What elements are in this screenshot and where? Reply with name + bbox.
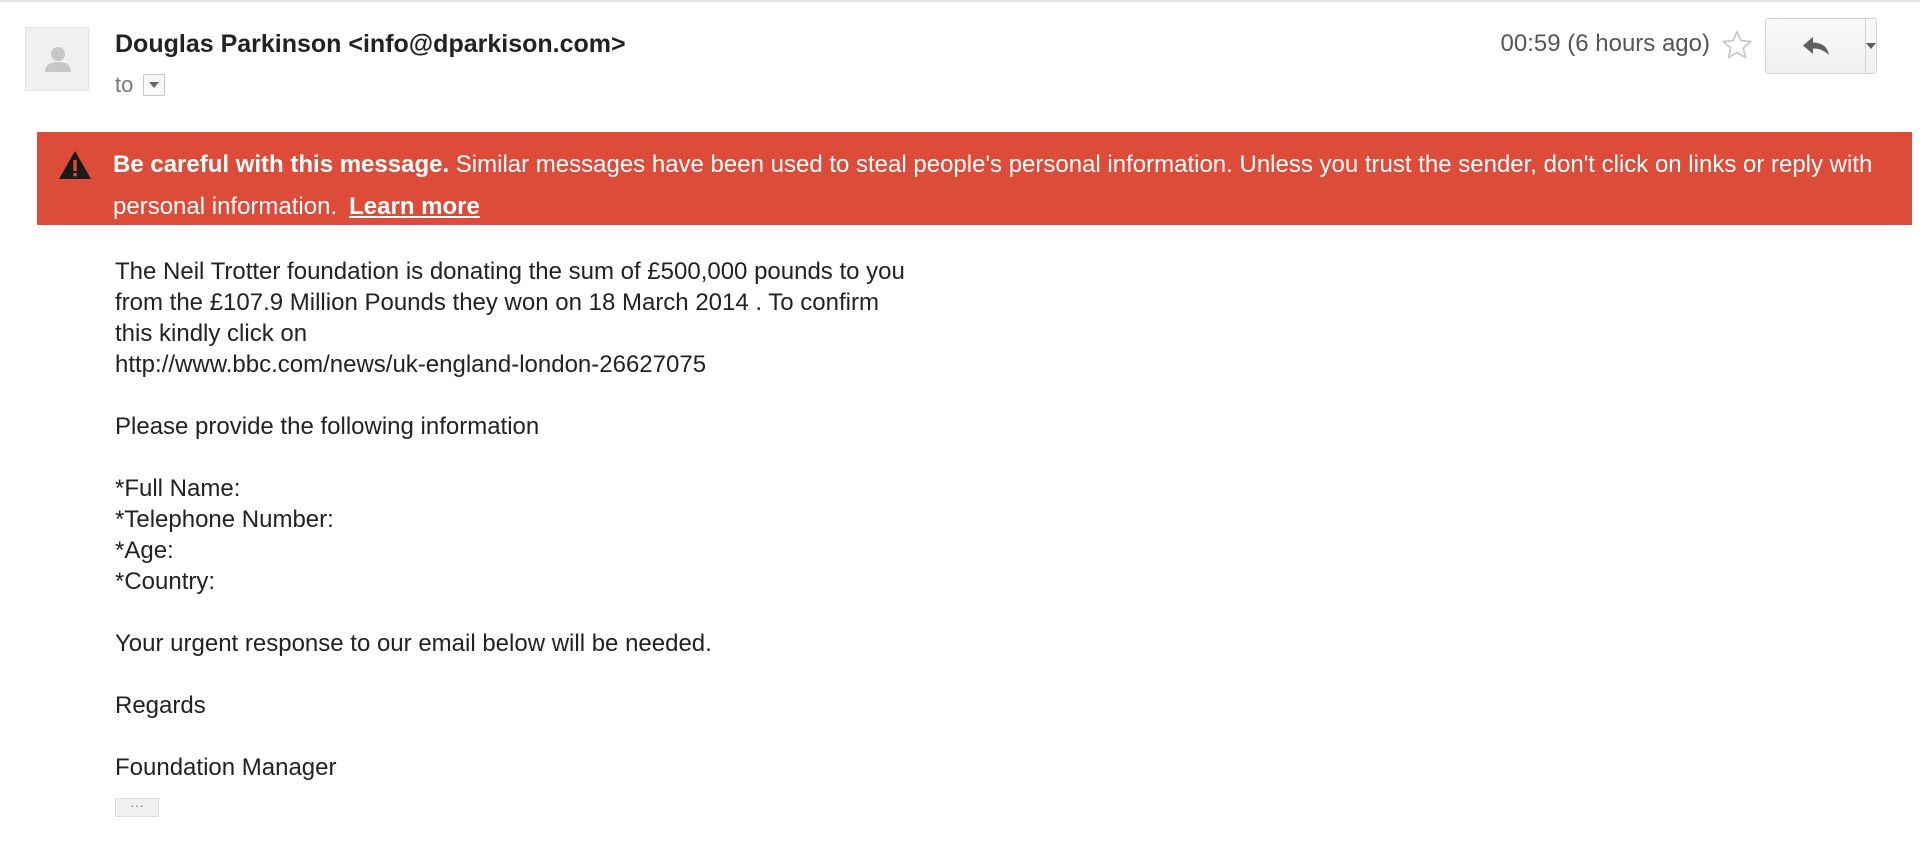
reply-icon bbox=[1802, 37, 1829, 55]
email-view: Douglas Parkinson <info@dparkison.com> t… bbox=[0, 0, 1920, 842]
message-body: The Neil Trotter foundation is donating … bbox=[115, 256, 905, 783]
form-field-label: *Age: bbox=[115, 537, 174, 564]
signature: Foundation Manager bbox=[115, 754, 337, 781]
form-field-label: *Country: bbox=[115, 568, 216, 595]
warning-triangle-icon bbox=[59, 151, 91, 179]
body-line: from the £107.9 Million Pounds they won … bbox=[115, 289, 879, 316]
avatar-placeholder-icon bbox=[45, 47, 71, 72]
caret-down-icon bbox=[1866, 43, 1876, 49]
sender-name[interactable]: Douglas Parkinson <info@dparkison.com> bbox=[115, 30, 626, 59]
show-trimmed-content-button[interactable]: ··· bbox=[115, 798, 159, 817]
recipients-line: to bbox=[115, 72, 166, 98]
reply-button-group bbox=[1765, 18, 1877, 74]
message-timestamp: 00:59 (6 hours ago) bbox=[1500, 30, 1710, 57]
phishing-warning-banner: Be careful with this message. Similar me… bbox=[37, 132, 1912, 225]
body-paragraph: Please provide the following information bbox=[115, 413, 540, 440]
star-outline-icon[interactable] bbox=[1720, 28, 1754, 62]
warning-heading: Be careful with this message. bbox=[113, 151, 450, 178]
show-details-button[interactable] bbox=[143, 74, 166, 96]
learn-more-link[interactable]: Learn more bbox=[349, 193, 480, 220]
form-field-label: *Full Name: bbox=[115, 475, 241, 502]
body-line: The Neil Trotter foundation is donating … bbox=[115, 258, 905, 285]
form-field-label: *Telephone Number: bbox=[115, 506, 334, 533]
to-label: to bbox=[115, 72, 134, 97]
chevron-down-icon bbox=[149, 82, 160, 88]
more-options-button[interactable] bbox=[1866, 19, 1876, 73]
body-line: this kindly click on bbox=[115, 320, 308, 347]
sender-avatar[interactable] bbox=[25, 27, 89, 91]
body-url: http://www.bbc.com/news/uk-england-londo… bbox=[115, 351, 707, 378]
reply-button[interactable] bbox=[1766, 19, 1866, 73]
body-paragraph: Regards bbox=[115, 692, 206, 719]
body-paragraph: Your urgent response to our email below … bbox=[115, 630, 712, 657]
